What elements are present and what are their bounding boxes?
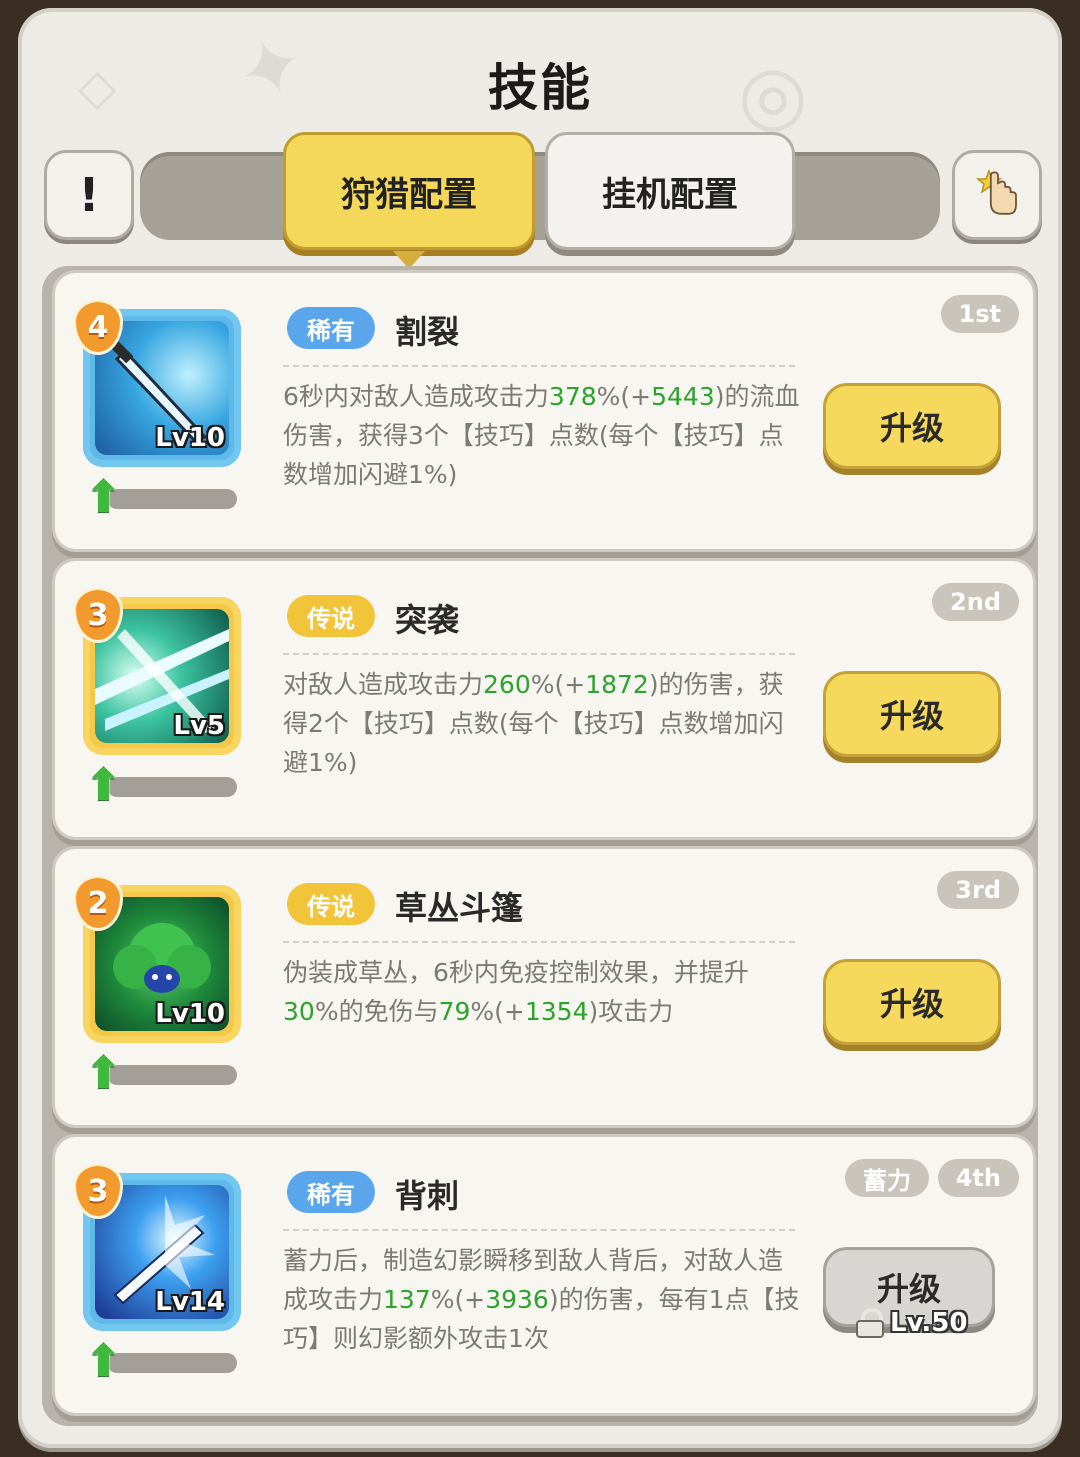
desc-text: 对敌人造成攻击力 [283,670,484,699]
skill-level: Lv14 [155,1287,225,1317]
divider [283,941,795,943]
upgrade-label: 升级 [879,697,944,735]
desc-highlight: 5443 [651,382,715,411]
skill-name: 突袭 [395,601,460,639]
desc-text: )攻击力 [588,997,674,1026]
skill-name: 割裂 [395,313,460,351]
desc-highlight: 30 [283,997,315,1026]
charge-tag: 蓄力 [845,1159,929,1197]
desc-text: %(+ [430,1285,486,1314]
tab-label: 狩猎配置 [341,174,477,215]
upgrade-button[interactable]: 升级 [823,383,1001,469]
upgrade-button[interactable]: 升级 [823,959,1001,1045]
skill-description: 伪装成草丛，6秒内免疫控制效果，并提升 30%的免伤与79%(+1354)攻击力 [283,953,803,1031]
skill-level: Lv10 [155,423,225,453]
skill-description: 对敌人造成攻击力260%(+1872)的伤害，获得2个【技巧】点数(每个【技巧】… [283,665,803,782]
tab-bar [140,152,940,240]
skill-level: Lv10 [155,999,225,1029]
lock-icon [856,1308,884,1338]
green-up-arrow-icon: ⬆ [85,759,122,810]
green-up-arrow-icon: ⬆ [85,471,122,522]
divider [283,653,795,655]
desc-text: %的免伤与 [314,997,439,1026]
settings-button[interactable] [952,150,1042,240]
skill-level: Lv5 [173,711,225,741]
rarity-badge: 稀有 [287,1171,375,1213]
desc-highlight: 3936 [485,1285,549,1314]
desc-highlight: 1872 [585,670,649,699]
lock-requirement: Lv.50 [856,1308,967,1338]
desc-highlight: 378 [548,382,597,411]
skill-description: 蓄力后，制造幻影瞬移到敌人背后，对敌人造成攻击力137%(+3936)的伤害，每… [283,1241,803,1358]
upgrade-label: 升级 [879,985,944,1023]
info-button[interactable]: ! [44,150,134,240]
divider [283,365,795,367]
desc-highlight: 260 [483,670,531,699]
upgrade-button[interactable]: 升级 [823,671,1001,757]
green-up-arrow-icon: ⬆ [85,1047,122,1098]
rank-tag: 4th [937,1159,1019,1197]
desc-highlight: 137 [383,1285,431,1314]
rarity-badge: 传说 [287,883,375,925]
rank-tag: 3rd [937,871,1019,909]
skill-card[interactable]: Lv10 4 ⬆ 稀有 割裂 1st 6秒内对敌人造成攻击力378%(+5443… [52,270,1036,552]
page-title: 技能 [488,59,592,117]
desc-text: %(+ [530,670,586,699]
tab-label: 挂机配置 [602,174,738,215]
upgrade-label: 升级 [879,409,944,447]
desc-highlight: 1354 [524,997,589,1026]
desc-text: %(+ [596,382,652,411]
divider [283,1229,795,1231]
unlock-level: Lv.50 [890,1308,968,1338]
tab-hunting-config[interactable]: 狩猎配置 [283,132,535,269]
upgrade-button-locked[interactable]: 升级 Lv.50 [823,1247,995,1338]
skill-card[interactable]: Lv5 3 ⬆ 传说 突袭 2nd 对敌人造成攻击力260%(+1872)的伤害… [52,558,1036,840]
skill-name: 草丛斗篷 [395,889,524,927]
desc-highlight: 79 [438,997,471,1026]
skill-card[interactable]: Lv10 2 ⬆ 传说 草丛斗篷 3rd 伪装成草丛，6秒内免疫控制效果，并提升… [52,846,1036,1128]
skill-card[interactable]: Lv14 3 ⬆ 稀有 背刺 蓄力 4th 蓄力后，制造幻影瞬移到敌人背后，对敌… [52,1134,1036,1416]
green-up-arrow-icon: ⬆ [85,1335,122,1386]
desc-text: 伪装成草丛，6秒内免疫控制效果，并提升 [283,958,749,987]
hand-tap-icon [975,168,1017,215]
tab-idle-config[interactable]: 挂机配置 [545,132,795,250]
upgrade-label: 升级 [876,1270,941,1308]
rank-tag: 1st [940,295,1019,333]
skill-description: 6秒内对敌人造成攻击力378%(+5443)的流血伤害，获得3个【技巧】点数(每… [283,377,803,494]
rank-tag: 2nd [932,583,1019,621]
skill-name: 背刺 [395,1177,460,1215]
desc-text: 6秒内对敌人造成攻击力 [283,382,549,411]
rarity-badge: 传说 [287,595,375,637]
rarity-badge: 稀有 [287,307,375,349]
exclamation-icon: ! [78,168,100,222]
desc-text: %(+ [470,997,525,1026]
